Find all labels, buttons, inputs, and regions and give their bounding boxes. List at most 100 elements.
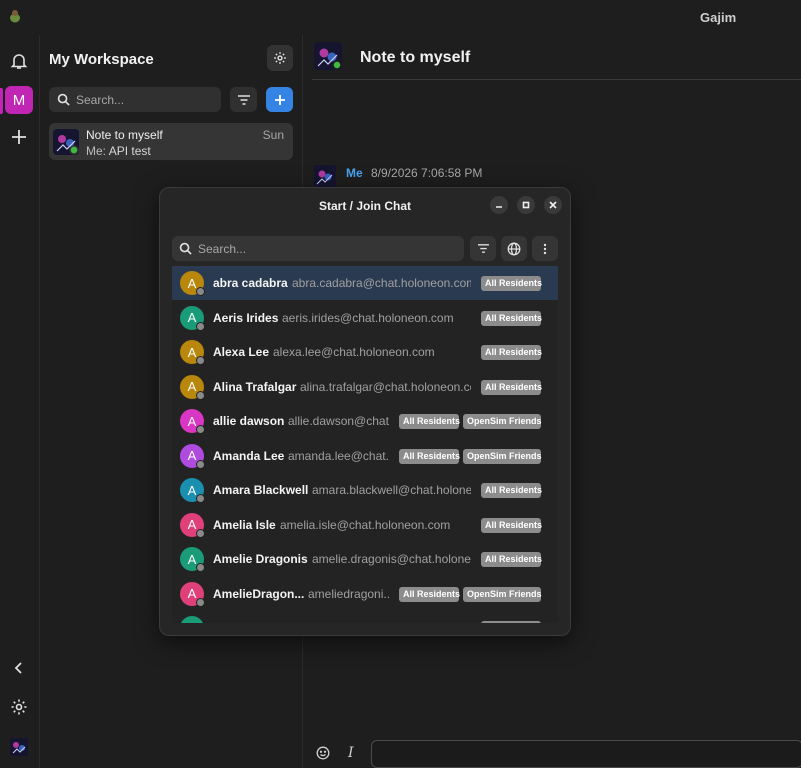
more-options-icon[interactable] [532,236,558,261]
conversation-avatar[interactable] [314,42,342,70]
contact-row[interactable]: A Aeris Irides aeris.irides@chat.holoneon.… [172,301,558,335]
globe-icon[interactable] [501,236,527,261]
contact-name: Amelia Isle [213,517,276,532]
contact-jid: amanda.lee@chat.h... [288,448,389,463]
app-title: Gajim [700,10,737,25]
contact-jid: amelia.isle@chat.holoneon.com [280,517,451,532]
contact-row[interactable]: Aabra cadabra abra.cadabra@chat.holoneon.… [172,266,558,300]
message-author-avatar [314,165,336,187]
chat-name: Note to myself [86,128,163,142]
presence-offline-dot [196,425,205,434]
contact-search-input[interactable]: Search... [172,236,464,261]
presence-offline-dot [196,459,205,469]
active-workspace-indicator [0,88,3,114]
group-tag: All Residents [481,483,542,498]
workspace-rail: M [0,35,40,768]
workspace-avatar-button[interactable]: M [5,86,33,114]
presence-offline-dot [196,563,205,572]
contact-name: Amara Blackwell [213,483,309,497]
group-tag: All Residents [481,310,542,326]
chat-time: Sun [262,128,284,142]
chat-avatar [53,129,79,155]
group-tag: All Residents [481,276,542,291]
contact-row[interactable]: AAmanda Leeamanda.lee@chat.h...OpenSim F… [172,439,558,473]
filter-icon[interactable] [470,236,496,261]
group-tag: All Residents [399,414,460,429]
group-tag: OpenSim Friends [463,448,542,464]
italic-format-icon[interactable]: I [348,745,354,761]
chat-list-item[interactable]: Note to myself Sun Me: API test [49,123,293,160]
group-tag: All Residents [481,379,542,395]
contact-row[interactable]: A Amara Blackwell amara.blackwell@chat.hol… [172,473,558,507]
conversation-header: Note to myself [312,35,801,80]
group-tag: OpenSim Friends [463,586,542,602]
chat-preview-text: API test [108,144,151,158]
presence-offline-dot [196,597,205,607]
maximize-icon[interactable] [517,196,535,214]
contact-row[interactable]: A Amelia Isle amelia.isle@chat.holoneon.co… [172,508,558,542]
start-chat-plus-button[interactable] [266,87,293,112]
contact-jid: aeris.irides@chat.holoneon.com [282,310,454,325]
group-tag: OpenSim Friends [463,414,542,429]
contact-jid: allie.dawson@chat... [288,414,389,428]
contact-name: abra cadabra [213,276,288,290]
message-timestamp: 8/9/2026 7:06:58 PM [371,166,483,180]
group-tag: All Residents [399,586,460,602]
message-author: Me [346,166,363,180]
contact-row[interactable]: A Alina Trafalgar alina.trafalgar@chat.hol… [172,370,558,404]
group-tag: All Residents [481,345,542,360]
add-workspace-plus-icon[interactable] [5,123,33,151]
minimize-icon[interactable] [490,196,508,214]
sidebar-search-placeholder: Search... [76,92,125,107]
search-icon [57,93,70,106]
contact-jid: alina.trafalgar@chat.holoneon.com [300,379,471,394]
app-settings-gear-icon[interactable] [5,693,33,721]
group-tag: All Residents [481,517,542,533]
close-icon[interactable] [544,196,562,214]
contact-name: Amanda Lee [213,448,285,463]
contact-name: allie dawson [213,414,285,428]
workspace-settings-gear-icon[interactable] [267,45,293,71]
search-icon [179,242,192,255]
notifications-bell-icon[interactable] [5,47,33,75]
contact-jid: alexa.lee@chat.holoneon.com [273,345,435,359]
chat-preview: Me: API test [86,144,151,158]
group-tag [481,621,541,623]
contact-jid: ameliedragoni... [308,586,389,601]
contact-row[interactable] [172,611,558,623]
contact-row[interactable]: A AmelieDragon... ameliedragoni... OpenSim … [172,577,558,611]
contact-name: Aeris Irides [213,310,279,325]
chat-preview-prefix: Me: [86,144,107,158]
collapse-chevron-left-icon[interactable] [5,654,33,682]
group-tag: All Residents [481,552,542,567]
presence-offline-dot [196,494,205,503]
contact-row[interactable]: A Alexa Lee alexa.lee@chat.holoneon.com All… [172,335,558,369]
contact-name: Amelie Dragonis [213,552,308,566]
presence-offline-dot [196,321,205,331]
start-join-chat-dialog: Start / Join Chat Search... Aabra cadabr… [159,187,571,636]
contact-jid: abra.cadabra@chat.holoneon.com [292,276,471,290]
contact-search-placeholder: Search... [198,241,247,256]
dialog-title: Start / Join Chat [318,199,411,213]
contact-jid: amelie.dragonis@chat.holoneo... [312,552,471,566]
sidebar-search-input[interactable]: Search... [49,87,221,112]
workspace-title: My Workspace [49,51,154,68]
contact-name: Alina Trafalgar [213,379,297,394]
presence-offline-dot [196,356,205,365]
contact-name: Alexa Lee [213,345,270,359]
contact-name: AmelieDragon... [213,586,305,601]
account-avatar[interactable] [5,733,33,761]
group-tag: All Residents [399,448,460,464]
contact-jid: amara.blackwell@chat.holoneo... [312,483,471,497]
emoji-smiley-icon[interactable] [316,746,330,760]
contact-avatar [180,616,204,623]
message-input[interactable] [371,740,801,768]
contact-row[interactable]: A Amelie Dragonis amelie.dragonis@chat.hol… [172,542,558,576]
title-bar: Gajim [0,0,801,35]
contact-list: Aabra cadabra abra.cadabra@chat.holoneon.… [172,266,558,623]
presence-offline-dot [196,528,205,538]
conversation-title: Note to myself [360,49,471,66]
presence-offline-dot [196,390,205,400]
sidebar-filter-icon[interactable] [230,87,257,112]
contact-row[interactable]: Aallie dawson allie.dawson@chat... OpenSim… [172,404,558,438]
